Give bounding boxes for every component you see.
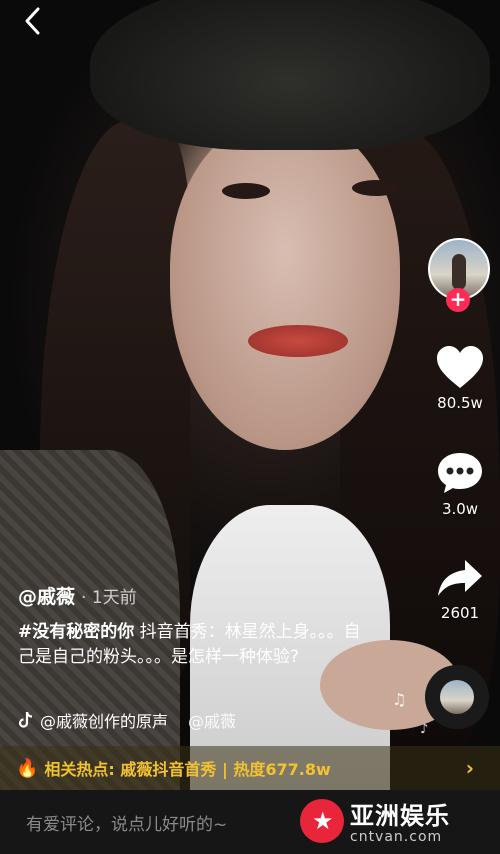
music-note-icon: ♫ (392, 690, 407, 709)
back-icon[interactable] (18, 6, 48, 36)
post-time: · 1天前 (81, 588, 137, 608)
music-note-icon: ♪ (420, 722, 429, 737)
watermark-cn: 亚洲娱乐 (350, 802, 450, 830)
watermark-logo: ★ (300, 798, 344, 843)
music-line[interactable]: @戚薇创作的原声 @戚薇 (18, 708, 236, 732)
watermark: ★ 亚洲娱乐 cntvan.com (300, 796, 450, 845)
comment-icon (438, 453, 482, 493)
share-icon (438, 560, 482, 596)
like-button[interactable]: 80.5w (425, 344, 495, 412)
chevron-right-icon: › (465, 756, 474, 780)
comment-button[interactable]: 3.0w (425, 450, 495, 518)
share-button[interactable]: 2601 (425, 556, 495, 622)
music-disc[interactable] (425, 665, 489, 729)
disc-cover (440, 680, 474, 714)
follow-plus-icon[interactable]: + (446, 288, 470, 312)
flame-icon: 🔥 (16, 757, 39, 779)
music-author: @戚薇 (188, 712, 237, 731)
heart-icon (437, 346, 483, 388)
watermark-en: cntvan.com (350, 829, 443, 845)
comment-input[interactable]: 有爱评论，说点儿好听的~ (26, 810, 227, 835)
hashtag-link[interactable]: #没有秘密的你 (18, 622, 134, 642)
hot-topic-text: 相关热点: 戚薇抖音首秀 | 热度677.8w (44, 760, 331, 779)
comment-count: 3.0w (441, 500, 479, 518)
post-description: #没有秘密的你 抖音首秀：林星然上身。。。自己是自己的粉头。。。是怎样一种体验? (18, 620, 368, 670)
author-avatar[interactable]: + (428, 238, 490, 312)
like-count: 80.5w (437, 394, 483, 412)
author-name[interactable]: @戚薇 (18, 586, 75, 608)
star-icon: ★ (312, 806, 334, 835)
hot-topic-bar[interactable]: 🔥 相关热点: 戚薇抖音首秀 | 热度677.8w › (0, 746, 500, 790)
music-title: @戚薇创作的原声 (40, 712, 169, 731)
tiktok-icon (18, 711, 33, 728)
author-line: @戚薇 · 1天前 (18, 582, 137, 609)
share-count: 2601 (440, 604, 480, 622)
